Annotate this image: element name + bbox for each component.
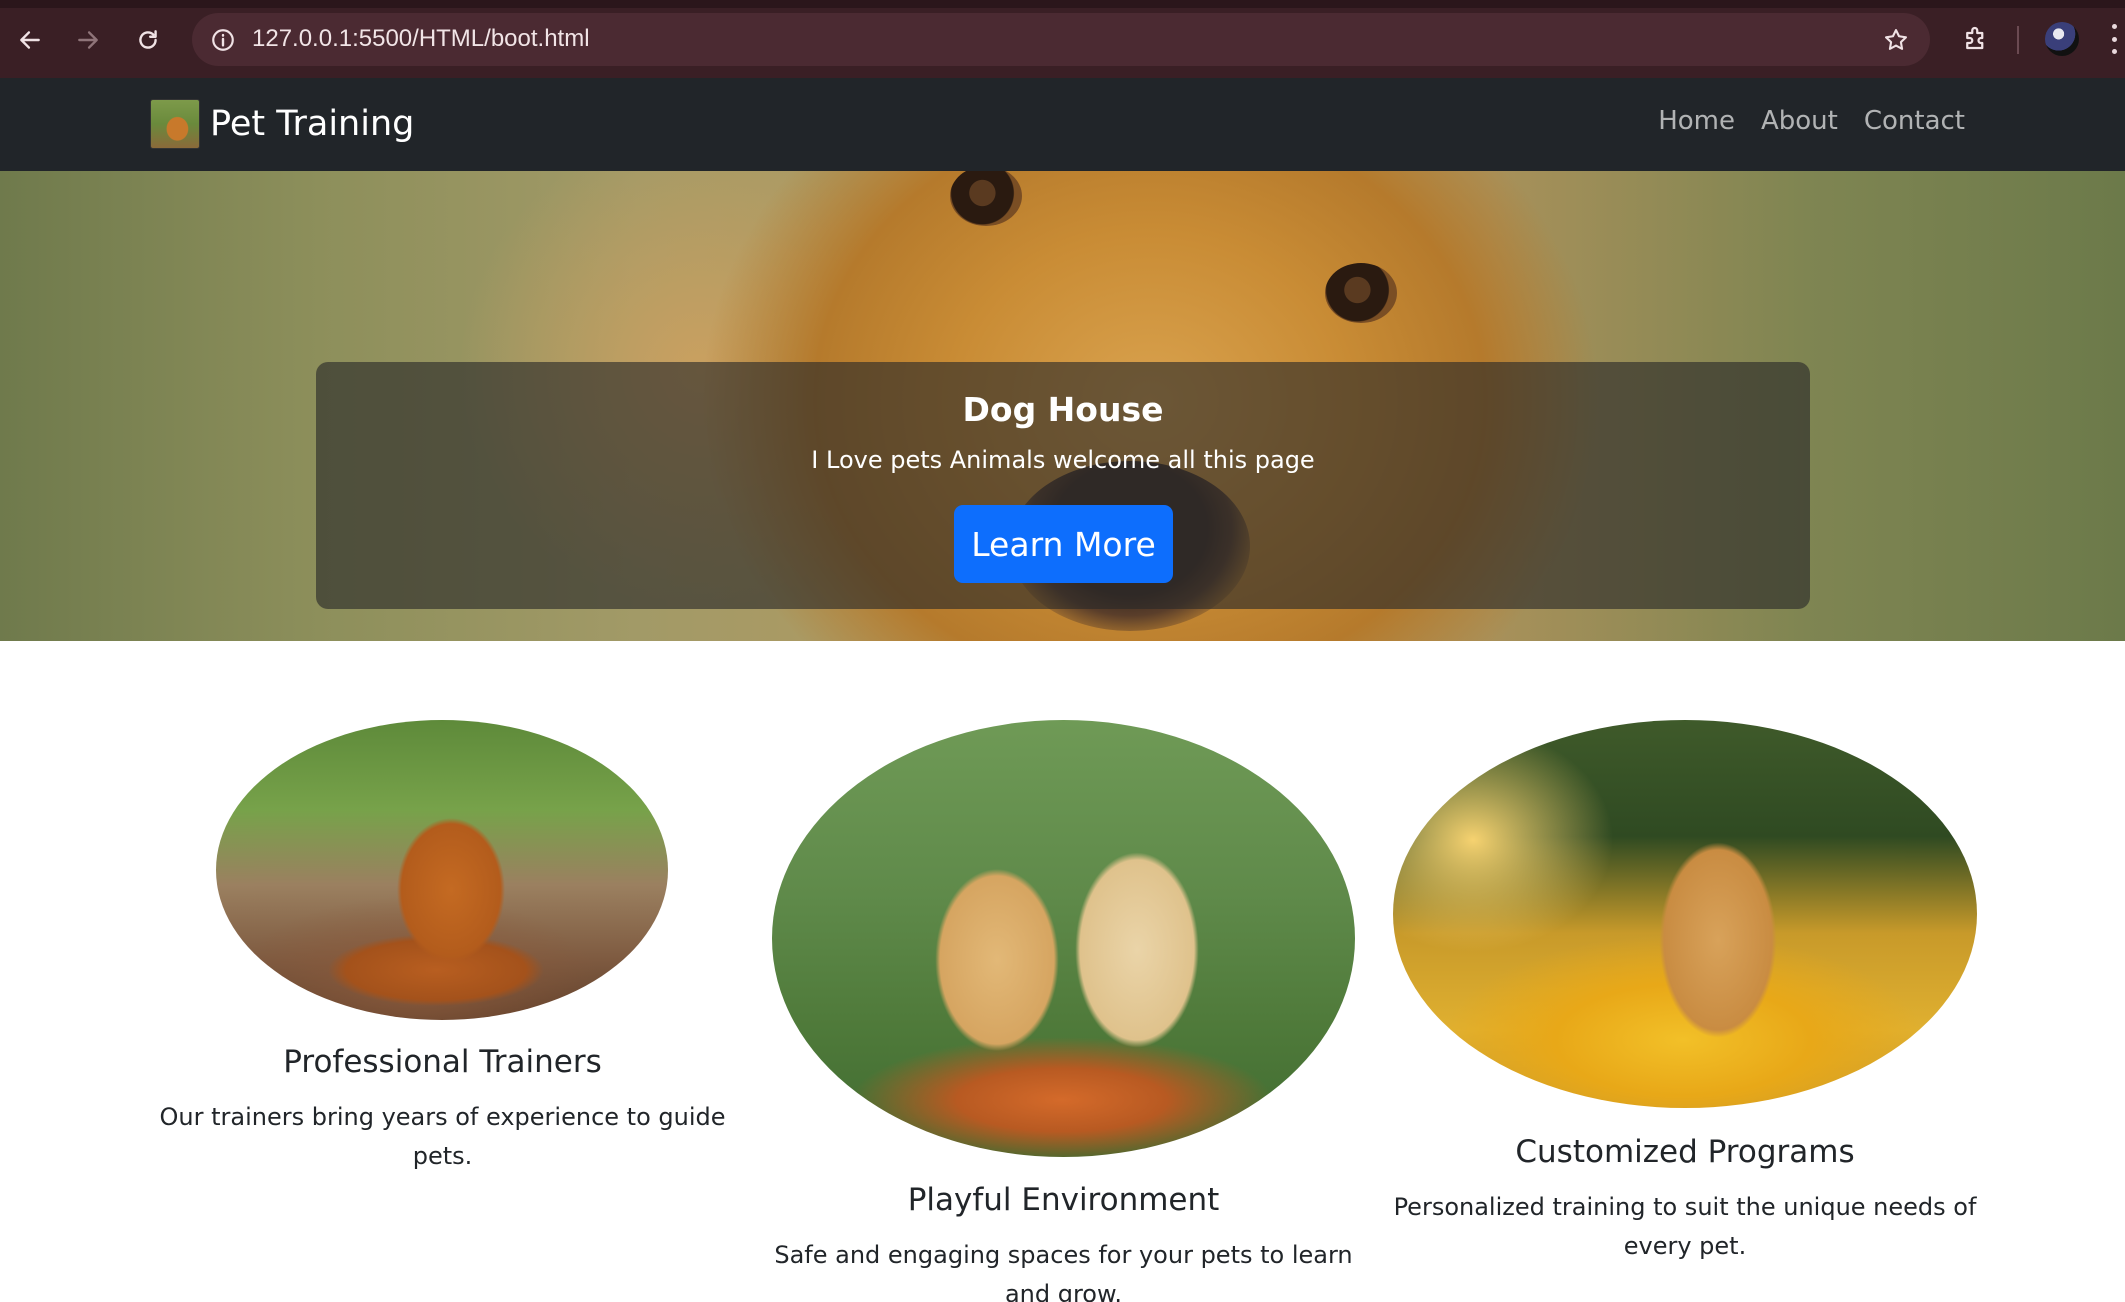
feature-text-line1: Safe and engaging spaces for your pets t… [774,1241,1353,1269]
extensions-icon[interactable] [1958,20,1994,56]
hero-dog-eye-left [950,171,1022,226]
browser-tab-strip [0,0,2125,8]
toolbar-divider [2017,26,2019,54]
hero-caption: Dog House I Love pets Animals welcome al… [316,362,1810,609]
hero-text: I Love pets Animals welcome all this pag… [811,446,1315,474]
site-navbar: Pet Training Home About Contact [0,78,2125,171]
site-info-icon[interactable] [208,25,238,55]
feature-image-environment [772,720,1355,1157]
feature-title: Playful Environment [907,1182,1220,1218]
nav-link-home[interactable]: Home [1658,106,1735,136]
profile-avatar[interactable] [2045,22,2079,56]
feature-text-line2: pets. [412,1142,473,1170]
brand-logo-image [150,99,200,149]
nav-link-contact[interactable]: Contact [1864,106,1965,136]
nav-link-about[interactable]: About [1761,106,1838,136]
brand-name[interactable]: Pet Training [210,104,414,144]
hero-dog-eye-right [1325,263,1397,323]
feature-text-line1: Personalized training to suit the unique… [1393,1193,1977,1221]
feature-text-line1: Our trainers bring years of experience t… [159,1103,726,1131]
bookmark-star-icon[interactable] [1880,24,1912,56]
feature-text-line2: and grow. [1004,1280,1123,1302]
forward-arrow-icon[interactable] [68,20,108,60]
reload-icon[interactable] [128,20,168,60]
feature-image-trainers [216,720,668,1020]
more-menu-icon[interactable] [2108,24,2120,54]
feature-title: Customized Programs [1515,1134,1855,1170]
navbar-brand[interactable]: Pet Training [150,99,414,149]
nav-links: Home About Contact [1658,106,1965,136]
feature-text-line2: every pet. [1623,1232,1747,1260]
feature-image-programs [1393,720,1977,1108]
browser-toolbar: 127.0.0.1:5500/HTML/boot.html [0,0,2125,78]
hero-banner: Dog House I Love pets Animals welcome al… [0,171,2125,641]
feature-title: Professional Trainers [283,1044,602,1080]
learn-more-button[interactable]: Learn More [954,505,1173,583]
url-text[interactable]: 127.0.0.1:5500/HTML/boot.html [252,25,590,53]
hero-title: Dog House [962,390,1164,429]
back-arrow-icon[interactable] [10,20,50,60]
address-bar[interactable]: 127.0.0.1:5500/HTML/boot.html [192,13,1930,66]
